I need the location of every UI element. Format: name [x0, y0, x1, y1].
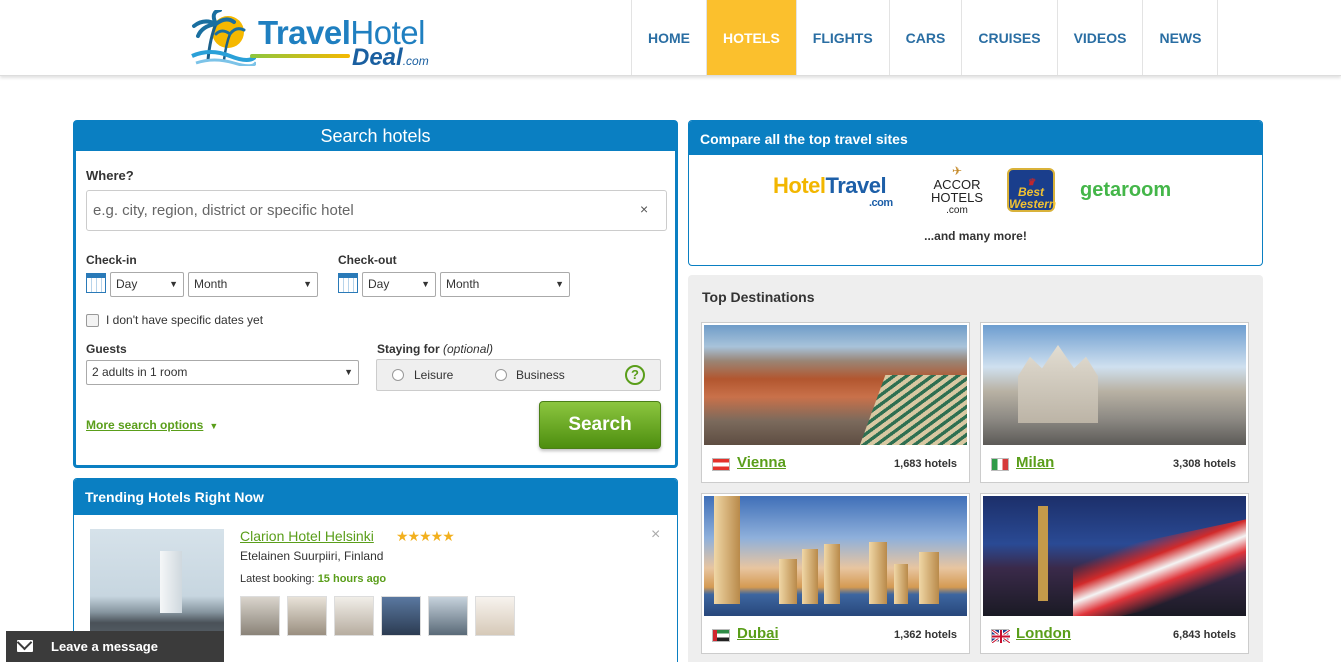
hotel-thumbnails: [240, 596, 515, 636]
destination-search-input[interactable]: [86, 190, 667, 231]
business-label: Business: [516, 368, 565, 382]
nav-flights[interactable]: FLIGHTS: [797, 0, 890, 75]
guests-select[interactable]: 2 adults in 1 room ▼: [86, 360, 359, 385]
no-dates-label: I don't have specific dates yet: [106, 313, 264, 327]
nav-news[interactable]: NEWS: [1143, 0, 1219, 75]
triangle-down-icon: ▼: [209, 421, 219, 431]
trending-title: Trending Hotels Right Now: [74, 479, 677, 515]
more-search-options-link[interactable]: More search options ▼: [86, 418, 218, 432]
vienna-photo: [704, 325, 967, 445]
hotel-count: 1,362 hotels: [894, 629, 957, 641]
hotel-count: 1,683 hotels: [894, 458, 957, 470]
checkin-label: Check-in: [86, 253, 137, 267]
top-destinations-panel: Top Destinations Vienna 1,683 hotels Mil…: [688, 275, 1263, 662]
clear-icon[interactable]: ×: [640, 201, 648, 217]
palm-tree-icon: [191, 10, 256, 66]
destination-card-dubai[interactable]: Dubai 1,362 hotels: [701, 493, 970, 654]
checkout-month-value: Month: [446, 277, 480, 291]
checkin-day-value: Day: [116, 277, 138, 291]
best-western-logo[interactable]: ♛ Best Western: [1007, 168, 1056, 212]
leave-message-label: Leave a message: [51, 639, 158, 654]
calendar-icon[interactable]: [338, 273, 358, 293]
calendar-icon[interactable]: [86, 273, 106, 293]
checkout-day-select[interactable]: Day ▼: [362, 272, 436, 297]
hotel-name-link[interactable]: Clarion Hotel Helsinki: [240, 528, 374, 544]
accor-hotels-logo[interactable]: ✈ ACCOR HOTELS .com: [927, 165, 987, 217]
hotel-location: Etelainen Suurpiiri, Finland: [240, 549, 384, 563]
compare-sites-panel: Compare all the top travel sites HotelTr…: [688, 120, 1263, 266]
many-more-text: ...and many more!: [924, 229, 1027, 243]
guests-label: Guests: [86, 342, 127, 356]
uae-flag-icon: [712, 629, 730, 642]
business-radio[interactable]: [495, 369, 507, 381]
staying-for-options: Leisure Business ?: [376, 359, 661, 391]
compare-title: Compare all the top travel sites: [689, 121, 1262, 155]
destination-card-vienna[interactable]: Vienna 1,683 hotels: [701, 322, 970, 483]
milan-photo: [983, 325, 1246, 445]
checkout-day-value: Day: [368, 277, 390, 291]
thumbnail[interactable]: [381, 596, 421, 636]
nav-videos[interactable]: VIDEOS: [1058, 0, 1144, 75]
destination-city-link[interactable]: Dubai: [737, 625, 779, 642]
chevron-down-icon: ▼: [421, 279, 430, 289]
thumbnail[interactable]: [428, 596, 468, 636]
nav-home[interactable]: HOME: [632, 0, 707, 75]
hoteltravel-logo[interactable]: HotelTravel .com: [773, 173, 893, 209]
checkin-day-select[interactable]: Day ▼: [110, 272, 184, 297]
london-photo: [983, 496, 1246, 616]
checkin-month-select[interactable]: Month ▼: [188, 272, 318, 297]
main-nav: HOME HOTELS FLIGHTS CARS CRUISES VIDEOS …: [631, 0, 1219, 75]
destination-city-link[interactable]: London: [1016, 625, 1071, 642]
logo-swoosh: [250, 54, 350, 58]
search-button[interactable]: Search: [539, 401, 661, 449]
close-icon[interactable]: ×: [651, 526, 660, 544]
hotel-count: 6,843 hotels: [1173, 629, 1236, 641]
no-dates-checkbox[interactable]: [86, 314, 99, 327]
chevron-down-icon: ▼: [555, 279, 564, 289]
italy-flag-icon: [991, 458, 1009, 471]
site-logo[interactable]: TravelHotel Deal.com: [190, 8, 440, 71]
nav-cars[interactable]: CARS: [890, 0, 963, 75]
star-rating: ★★★★★: [396, 528, 455, 544]
search-panel-title: Search hotels: [76, 123, 675, 151]
nav-cruises[interactable]: CRUISES: [962, 0, 1058, 75]
destination-city-link[interactable]: Milan: [1016, 454, 1054, 471]
thumbnail[interactable]: [475, 596, 515, 636]
chevron-down-icon: ▼: [169, 279, 178, 289]
nav-hotels[interactable]: HOTELS: [707, 0, 797, 75]
leave-message-bar[interactable]: Leave a message: [6, 631, 224, 662]
guests-value: 2 adults in 1 room: [92, 365, 188, 379]
staying-for-label: Staying for (optional): [377, 342, 494, 356]
envelope-icon: [17, 640, 33, 652]
thumbnail[interactable]: [334, 596, 374, 636]
where-label: Where?: [86, 168, 134, 183]
thumbnail[interactable]: [240, 596, 280, 636]
destinations-title: Top Destinations: [702, 289, 815, 305]
site-header: TravelHotel Deal.com HOME HOTELS FLIGHTS…: [0, 0, 1341, 76]
leisure-label: Leisure: [414, 368, 454, 382]
destination-card-london[interactable]: London 6,843 hotels: [980, 493, 1249, 654]
latest-booking: Latest booking: 15 hours ago: [240, 573, 387, 585]
help-icon[interactable]: ?: [625, 365, 645, 385]
uk-flag-icon: [991, 629, 1010, 643]
getaroom-logo[interactable]: getaroom: [1080, 179, 1171, 202]
austria-flag-icon: [712, 458, 730, 471]
checkin-month-value: Month: [194, 277, 228, 291]
checkout-month-select[interactable]: Month ▼: [440, 272, 570, 297]
destination-city-link[interactable]: Vienna: [737, 454, 786, 471]
dubai-photo: [704, 496, 967, 616]
chevron-down-icon: ▼: [344, 367, 353, 377]
hotel-count: 3,308 hotels: [1173, 458, 1236, 470]
chevron-down-icon: ▼: [303, 279, 312, 289]
checkout-label: Check-out: [338, 253, 397, 267]
thumbnail[interactable]: [287, 596, 327, 636]
destination-card-milan[interactable]: Milan 3,308 hotels: [980, 322, 1249, 483]
logo-subtext: Deal.com: [352, 44, 429, 71]
leisure-radio[interactable]: [392, 369, 404, 381]
search-hotels-panel: Search hotels Where? × Check-in Day ▼ Mon…: [73, 120, 678, 468]
